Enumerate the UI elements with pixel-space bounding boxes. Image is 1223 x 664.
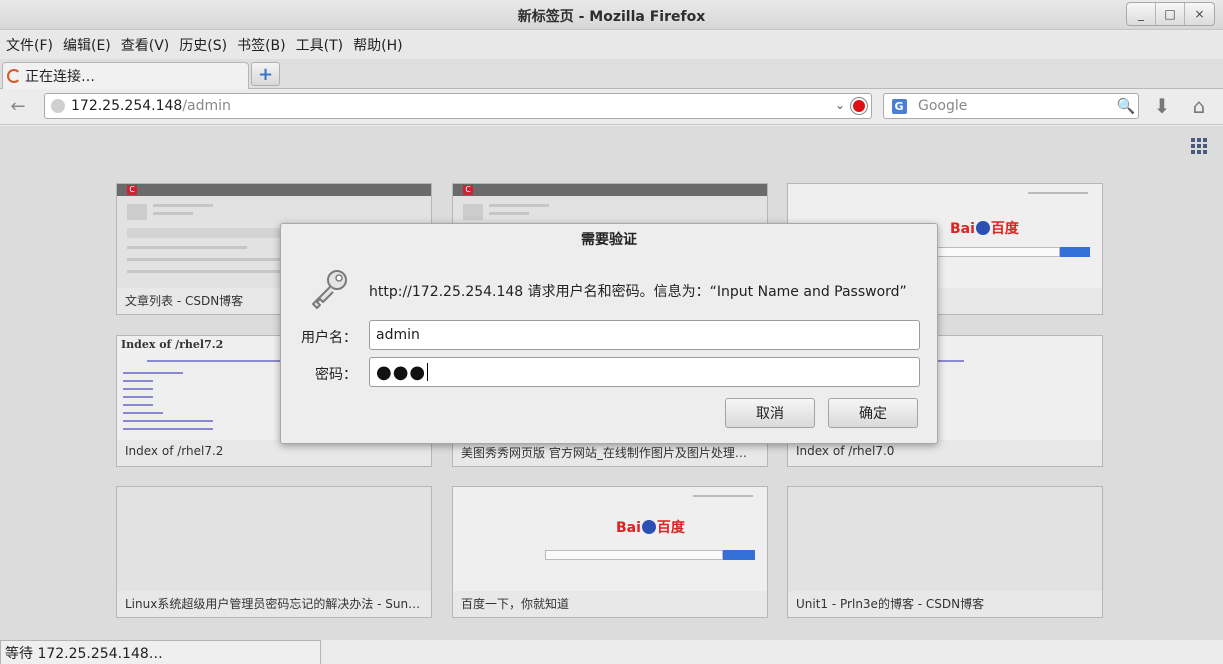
username-value: admin xyxy=(376,327,420,343)
menu-view[interactable]: 查看(V) xyxy=(119,35,178,55)
site-tile-title: Index of /rhel7.0 xyxy=(796,444,895,458)
site-thumbnail xyxy=(117,487,431,591)
loading-spinner-icon xyxy=(7,69,21,83)
site-tile[interactable]: Bai 百度 百度一下，你就知道 xyxy=(452,486,768,618)
key-icon xyxy=(312,270,347,309)
globe-icon xyxy=(51,99,65,113)
site-tile-title: Linux系统超级用户管理员密码忘记的解决办法 - Sunn… xyxy=(125,597,421,611)
minimize-button[interactable]: _ xyxy=(1127,3,1156,25)
status-bar: 等待 172.25.254.148… xyxy=(0,640,321,664)
menu-edit[interactable]: 编辑(E) xyxy=(61,35,119,55)
back-button[interactable]: ← xyxy=(6,95,30,117)
maximize-button[interactable]: □ xyxy=(1156,3,1185,25)
tab-bar: 正在连接… xyxy=(0,59,1223,89)
tab-active[interactable]: 正在连接… xyxy=(2,62,249,89)
site-thumbnail xyxy=(788,487,1102,591)
search-bar[interactable]: G Google 🔍 xyxy=(883,93,1139,119)
site-tile-title: Unit1 - Prln3e的博客 - CSDN博客 xyxy=(796,597,985,611)
menu-bookmarks[interactable]: 书签(B) xyxy=(235,35,294,55)
menu-help[interactable]: 帮助(H) xyxy=(351,35,410,55)
password-field[interactable]: ●●● xyxy=(369,357,920,387)
home-button[interactable]: ⌂ xyxy=(1186,94,1212,118)
close-button[interactable]: × xyxy=(1185,3,1214,25)
menu-bar: 文件(F) 编辑(E) 查看(V) 历史(S) 书签(B) 工具(T) 帮助(H… xyxy=(0,31,1223,59)
site-tile-title: 美图秀秀网页版 官方网站_在线制作图片及图片处理… xyxy=(461,446,747,460)
window-titlebar: 新标签页 - Mozilla Firefox _ □ × xyxy=(0,0,1223,30)
text-caret xyxy=(427,363,429,381)
menu-file[interactable]: 文件(F) xyxy=(4,35,61,55)
tab-label: 正在连接… xyxy=(25,69,95,85)
cancel-button[interactable]: 取消 xyxy=(725,398,815,428)
password-mask: ●●● xyxy=(376,361,427,383)
auth-dialog: 需要验证 http://172.25.254.148 请求用户名和密码。信息为：… xyxy=(280,223,938,444)
dialog-message: http://172.25.254.148 请求用户名和密码。信息为：“Inpu… xyxy=(369,284,907,300)
password-label: 密码： xyxy=(315,367,357,383)
search-engine-selector[interactable]: G xyxy=(884,94,914,118)
stop-button[interactable] xyxy=(851,98,867,114)
ok-button[interactable]: 确定 xyxy=(828,398,918,428)
new-tab-button[interactable]: + xyxy=(251,62,280,86)
menu-tools[interactable]: 工具(T) xyxy=(294,35,351,55)
site-tile[interactable]: Linux系统超级用户管理员密码忘记的解决办法 - Sunn… xyxy=(116,486,432,618)
username-field[interactable]: admin xyxy=(369,320,920,350)
index-heading: Index of /rhel7.2 xyxy=(121,338,224,351)
google-icon: G xyxy=(891,98,907,114)
window-title: 新标签页 - Mozilla Firefox xyxy=(517,9,706,25)
navigation-bar: ← 172.25.254.148/admin ⌄ G Google 🔍 ⬇ ⌂ xyxy=(0,89,1223,125)
search-icon[interactable]: 🔍 xyxy=(1116,96,1136,116)
search-input[interactable]: Google xyxy=(918,98,967,114)
grid-icon[interactable] xyxy=(1191,138,1207,154)
dialog-title: 需要验证 xyxy=(581,232,637,248)
site-tile-title: 百度一下，你就知道 xyxy=(461,597,570,611)
url-bar[interactable]: 172.25.254.148/admin ⌄ xyxy=(44,93,872,119)
chevron-down-icon[interactable]: ⌄ xyxy=(835,98,845,112)
menu-history[interactable]: 历史(S) xyxy=(177,35,235,55)
site-tile[interactable]: Unit1 - Prln3e的博客 - CSDN博客 xyxy=(787,486,1103,618)
url-host: 172.25.254.148 xyxy=(71,98,183,114)
site-thumbnail: Bai 百度 xyxy=(453,487,767,591)
site-tile-title: Index of /rhel7.2 xyxy=(125,444,224,458)
url-path: /admin xyxy=(182,98,231,114)
username-label: 用户名： xyxy=(301,330,357,346)
window-controls: _ □ × xyxy=(1126,2,1215,26)
download-button[interactable]: ⬇ xyxy=(1150,94,1174,118)
